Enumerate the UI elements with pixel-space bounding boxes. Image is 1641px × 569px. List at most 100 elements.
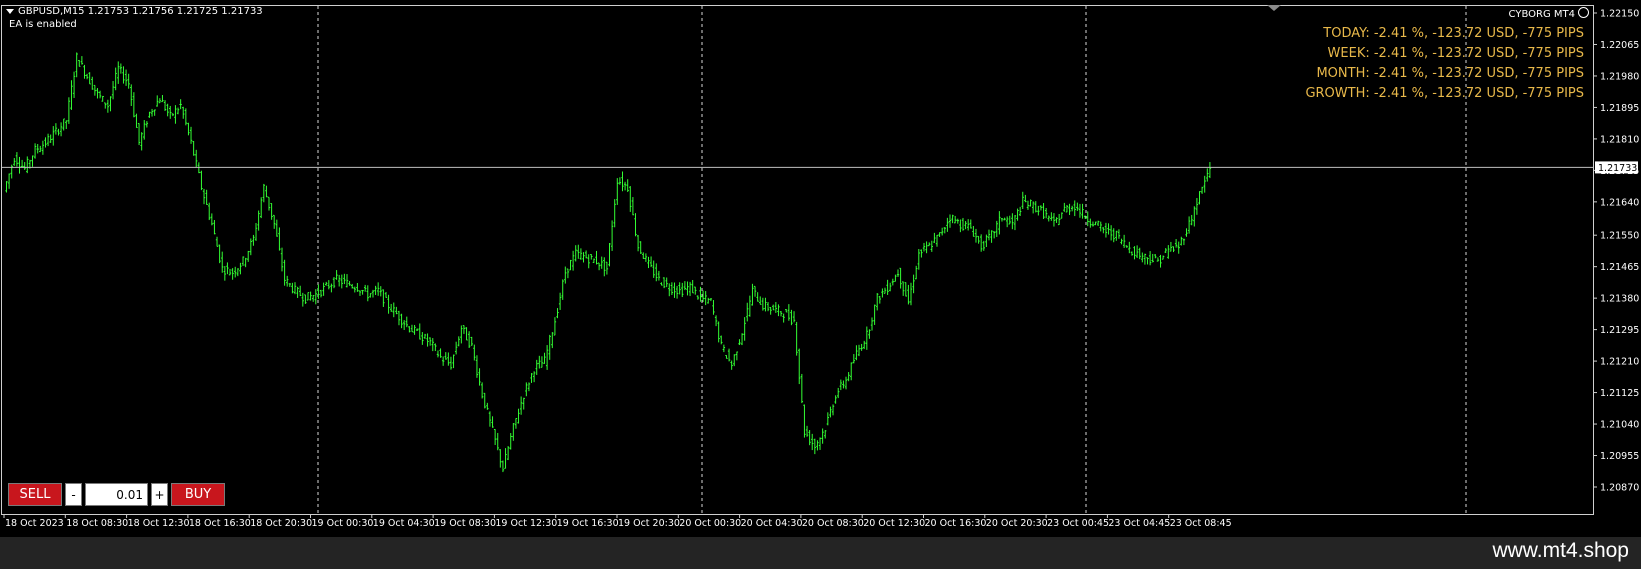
- candle: [213, 220, 216, 235]
- lot-increase-button[interactable]: +: [151, 483, 168, 506]
- candle: [1198, 191, 1201, 205]
- candle: [761, 297, 765, 311]
- candle: [26, 156, 29, 174]
- candle: [36, 144, 39, 154]
- candle: [634, 213, 637, 237]
- candle: [241, 256, 245, 266]
- lot-decrease-button[interactable]: -: [65, 483, 82, 506]
- candle: [509, 433, 512, 450]
- candle: [299, 285, 302, 297]
- candle: [556, 308, 559, 319]
- time-tick-label: 18 Oct 08:30: [66, 518, 128, 529]
- candle: [119, 63, 123, 74]
- buy-button[interactable]: BUY: [171, 483, 225, 506]
- candle: [1096, 220, 1100, 227]
- candle: [231, 268, 234, 280]
- candle: [1031, 201, 1035, 214]
- candle: [361, 289, 364, 295]
- candle: [223, 265, 227, 281]
- candle: [462, 325, 466, 334]
- candle: [603, 257, 606, 277]
- candle: [208, 202, 211, 221]
- candle: [714, 315, 718, 327]
- candle: [345, 274, 349, 288]
- candle: [475, 355, 479, 378]
- one-click-trading-panel: SELL - + BUY: [8, 483, 225, 506]
- candle: [291, 282, 294, 294]
- candle: [254, 223, 258, 241]
- candle: [616, 178, 619, 205]
- candle: [421, 332, 424, 345]
- candle: [899, 267, 902, 289]
- candle: [67, 97, 71, 124]
- candle: [174, 105, 177, 124]
- candle: [10, 164, 13, 179]
- candle: [925, 241, 928, 254]
- candle: [1200, 186, 1204, 194]
- candle: [639, 241, 642, 254]
- candle: [486, 402, 489, 410]
- candle: [800, 373, 804, 404]
- candle: [1141, 252, 1144, 263]
- candle: [756, 292, 759, 302]
- candle: [382, 289, 385, 307]
- candle: [1055, 217, 1058, 223]
- price-tick-label: 1.22065: [1600, 40, 1639, 51]
- candle: [54, 123, 58, 135]
- candle: [548, 334, 551, 360]
- price-tick-label: 1.21465: [1600, 262, 1639, 273]
- candle: [943, 227, 946, 234]
- candle: [696, 295, 700, 300]
- candle: [933, 232, 936, 243]
- candle: [917, 248, 920, 270]
- stat-week: WEEK: -2.41 %, -123.72 USD, -775 PIPS: [1327, 46, 1584, 61]
- candle: [839, 379, 843, 391]
- candle: [1024, 194, 1027, 203]
- candle: [1094, 221, 1097, 226]
- candle: [158, 98, 162, 104]
- candle: [483, 392, 486, 409]
- candle: [371, 289, 375, 298]
- candle: [18, 156, 21, 174]
- price-tick-label: 1.21295: [1600, 325, 1639, 336]
- candle: [1070, 205, 1074, 212]
- candle: [940, 227, 944, 236]
- candle: [189, 126, 193, 144]
- candle: [244, 257, 247, 268]
- candle: [670, 282, 674, 296]
- candle: [683, 281, 687, 291]
- candle: [626, 179, 629, 193]
- candle: [977, 235, 980, 244]
- candle: [561, 279, 564, 300]
- candle: [816, 440, 819, 451]
- price-tick-label: 1.20955: [1600, 451, 1639, 462]
- candle: [855, 345, 858, 361]
- candle: [558, 292, 562, 310]
- time-tick-label: 19 Oct 20:30: [618, 518, 680, 529]
- sell-button[interactable]: SELL: [8, 483, 62, 506]
- candle: [1177, 241, 1180, 254]
- candle: [631, 197, 635, 216]
- price-axis: 1.22150 1.22065 1.21980 1.21895 1.21810 1.217…: [1593, 9, 1639, 494]
- candle: [608, 242, 611, 267]
- candle: [405, 316, 408, 328]
- candle: [621, 171, 624, 192]
- candle: [156, 95, 159, 107]
- candle: [1060, 212, 1063, 219]
- lot-size-input[interactable]: [85, 483, 148, 506]
- candle: [691, 280, 694, 294]
- candle: [1112, 228, 1115, 243]
- candle: [779, 311, 783, 317]
- candle: [247, 250, 250, 262]
- price-tick-label: 1.21550: [1600, 231, 1639, 242]
- candle: [881, 288, 884, 298]
- candle: [218, 244, 221, 264]
- candle: [96, 88, 99, 99]
- candle: [106, 99, 110, 113]
- candle: [260, 197, 263, 219]
- triangle-down-icon[interactable]: [6, 8, 14, 14]
- candle: [870, 317, 874, 331]
- candle: [597, 262, 601, 271]
- candle: [951, 214, 954, 224]
- candle: [101, 95, 104, 102]
